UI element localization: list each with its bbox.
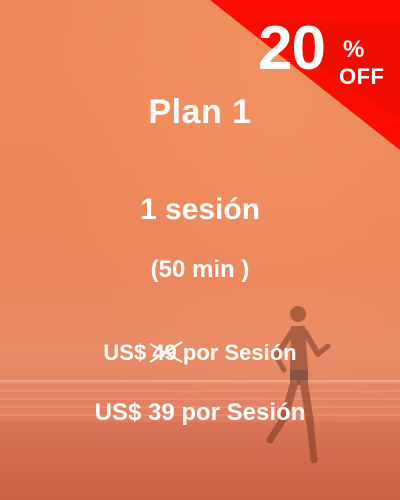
session-duration: (50 min ) [150,256,250,283]
strikethrough-icon [149,341,183,363]
discount-off-label: OFF [339,64,385,89]
original-price: US$ 49 por Sesión [0,340,400,366]
original-price-prefix: US$ [103,340,153,365]
discount-percent-sign: % [343,36,365,63]
runner-silhouette [266,306,331,464]
discounted-price: US$ 39 por Sesión [94,399,306,426]
discount-percent-number: 20 [258,14,326,83]
struck-price: 49 [149,340,183,366]
original-price-suffix: por Sesión [176,340,297,365]
plan-title: Plan 1 [148,93,252,131]
session-count: 1 sesión [139,193,261,226]
plan-card: 20 % OFF Plan 1 1 sesión (50 min ) US$ 4… [0,0,400,500]
beach-sand [0,422,400,500]
